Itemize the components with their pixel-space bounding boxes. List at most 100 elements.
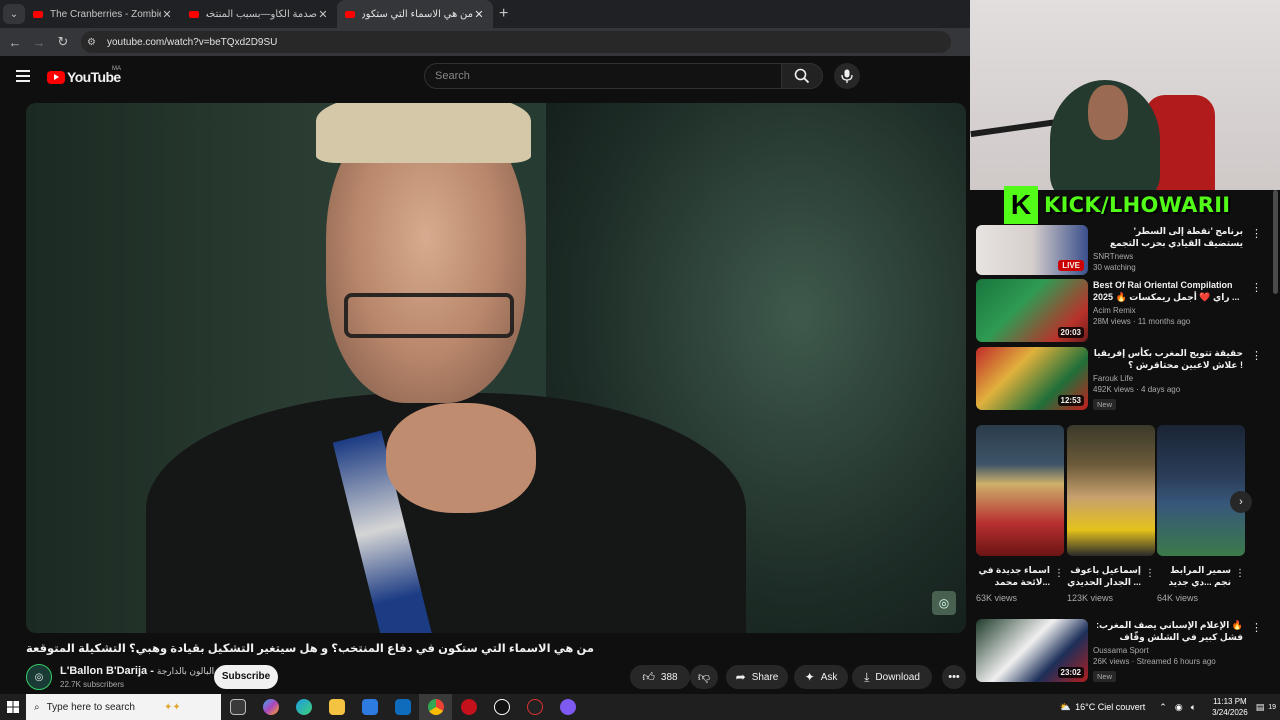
recommendation-channel[interactable]: Acim Remix (1093, 306, 1243, 315)
recommendation-channel[interactable]: SNRTnews (1093, 252, 1243, 261)
channel-name-latin: L'Ballon B'Darija - (60, 665, 154, 677)
recommendation-item[interactable]: LIVE برنامج 'نقطة إلى السطر' يستضيف القي… (976, 225, 1272, 277)
recommendation-title[interactable]: 🔥 الإعلام الإسباني يصف المغرب: فشل كبير … (1093, 619, 1243, 643)
tab-cranberries[interactable]: The Cranberries - Zombie (Alt. Vi... ✕ (25, 0, 181, 28)
duration-badge: 20:03 (1057, 327, 1084, 338)
chevron-up-icon[interactable]: ⌃ (1159, 702, 1167, 713)
clock[interactable]: 11:13 PM 3/24/2026 (1212, 696, 1248, 718)
more-options-icon[interactable]: ⋮ (1145, 568, 1155, 579)
recommendation-item[interactable]: 20:03 Best Of Rai Oriental Compilation 2… (976, 279, 1272, 344)
short-thumbnail[interactable] (976, 425, 1064, 556)
channel-avatar[interactable]: ◎ (26, 664, 52, 690)
search-button[interactable] (781, 63, 823, 89)
short-views: 64K views (1157, 593, 1199, 603)
opera-icon[interactable] (452, 694, 485, 720)
share-icon: ➦ (735, 670, 746, 684)
taskbar-search-input[interactable]: ⌕ Type here to search ✦✦ (26, 694, 221, 720)
close-tab-icon[interactable]: ✕ (473, 8, 485, 21)
clock-date: 3/24/2026 (1212, 708, 1248, 717)
notifications-icon[interactable]: ▤ (1256, 702, 1265, 713)
tab-second[interactable]: صدمة الكاو—بسبب المنتخب المغ... ✕ (181, 0, 337, 28)
close-tab-icon[interactable]: ✕ (317, 8, 329, 21)
recommendation-title[interactable]: برنامج 'نقطة إلى السطر' يستضيف القيادي ب… (1093, 225, 1243, 249)
recommendation-title[interactable]: حقيقة تتويج المغرب بكأس إفريقيا ! علاش ل… (1093, 347, 1243, 371)
more-actions-button[interactable]: ••• (942, 665, 966, 689)
subscribe-button[interactable]: Subscribe (214, 665, 278, 689)
forward-arrow-icon[interactable]: → (27, 35, 51, 50)
close-tab-icon[interactable]: ✕ (161, 8, 173, 21)
recommendation-item[interactable]: 23:02 🔥 الإعلام الإسباني يصف المغرب: فشل… (976, 619, 1272, 689)
thumbs-up-icon: 👍︎ (642, 669, 655, 684)
video-player[interactable]: ◎ (26, 103, 966, 633)
capcut-icon[interactable] (485, 694, 518, 720)
video-thumbnail[interactable]: 23:02 (976, 619, 1088, 682)
weather-text[interactable]: 16°C Ciel couvert (1075, 702, 1145, 712)
search-input[interactable]: Search (424, 63, 782, 89)
store-icon[interactable] (353, 694, 386, 720)
recommendation-channel[interactable]: Farouk Life (1093, 374, 1243, 383)
ask-button[interactable]: ✦ Ask (794, 665, 848, 689)
video-thumbnail[interactable]: 12:53 (976, 347, 1088, 410)
short-item[interactable]: إسماعيل باعوف ... الجدار الحديدي 123K vi… (1067, 425, 1155, 603)
like-button[interactable]: 👍︎ 388 (630, 665, 690, 689)
recommendation-title[interactable]: Best Of Rai Oriental Compilation 2025 🔥 … (1093, 279, 1243, 303)
voice-search-button[interactable] (834, 63, 860, 89)
more-options-icon[interactable]: ⋮ (1251, 349, 1262, 362)
dislike-button[interactable]: 👎︎ (690, 665, 718, 689)
new-tab-button[interactable]: + (499, 5, 508, 23)
search-icon: ⌕ (34, 701, 40, 713)
youtube-favicon-icon (189, 10, 199, 18)
tab-active[interactable]: من هي الاسماء التي ستكون في... ✕ (337, 0, 493, 28)
volume-icon[interactable]: 🔈︎ (1191, 702, 1196, 713)
share-button[interactable]: ➦ Share (726, 665, 788, 689)
more-options-icon[interactable]: ⋮ (1054, 568, 1064, 579)
more-options-icon[interactable]: ⋮ (1251, 621, 1262, 634)
recommendation-meta: Best Of Rai Oriental Compilation 2025 🔥 … (1093, 279, 1243, 326)
short-item[interactable]: اسماء جديدة في ...لائحة محمد وهبي 63K vi… (976, 425, 1064, 603)
download-button[interactable]: ⤓ Download (852, 665, 932, 689)
short-item[interactable]: سمير المرابط نجم ...دي جديد يطرق 64K vie… (1157, 425, 1245, 603)
task-view-icon[interactable] (221, 694, 254, 720)
short-thumbnail[interactable] (1067, 425, 1155, 556)
copilot-icon[interactable] (254, 694, 287, 720)
channel-name[interactable]: L'Ballon B'Darija - البالون بالدارجة (60, 665, 214, 677)
outlook-icon[interactable] (386, 694, 419, 720)
video-thumbnail[interactable]: 20:03 (976, 279, 1088, 342)
country-code: MA (112, 66, 121, 72)
edge-icon[interactable] (287, 694, 320, 720)
recommendation-item[interactable]: 12:53 حقيقة تتويج المغرب بكأس إفريقيا ! … (976, 347, 1272, 417)
tab-title: صدمة الكاو—بسبب المنتخب المغ... (206, 8, 317, 20)
network-icon[interactable]: ◉ (1175, 702, 1183, 713)
browser-tab-bar: ⌄ The Cranberries - Zombie (Alt. Vi... ✕… (0, 0, 970, 28)
video-frame-hand (386, 403, 536, 513)
short-views: 63K views (976, 593, 1018, 603)
channel-watermark-icon[interactable]: ◎ (932, 591, 956, 615)
reload-icon[interactable]: ↻ (51, 34, 75, 50)
url-field[interactable]: ⚙ youtube.com/watch?v=beTQxd2D9SU (81, 31, 951, 53)
chevron-right-icon[interactable]: › (1230, 491, 1252, 513)
more-options-icon[interactable]: ⋮ (1251, 281, 1262, 294)
windows-start-icon[interactable] (0, 694, 26, 720)
recommendation-channel[interactable]: Oussama Sport (1093, 646, 1243, 655)
scrollbar[interactable] (1273, 190, 1278, 294)
youtube-logo[interactable]: YouTube MA (47, 66, 121, 85)
back-arrow-icon[interactable]: ← (3, 35, 27, 50)
more-options-icon[interactable]: ⋮ (1251, 227, 1262, 240)
sparkle-icon: ✦ (804, 670, 815, 684)
menu-icon[interactable] (16, 70, 30, 82)
short-title[interactable]: سمير المرابط نجم ...دي جديد يطرق (1157, 564, 1231, 588)
more-options-icon[interactable]: ⋮ (1235, 568, 1245, 579)
short-thumbnail[interactable] (1157, 425, 1245, 556)
video-thumbnail[interactable]: LIVE (976, 225, 1088, 275)
ask-label: Ask (820, 671, 838, 683)
media-app-icon[interactable] (518, 694, 551, 720)
tab-search-button[interactable]: ⌄ (3, 4, 25, 24)
short-title[interactable]: إسماعيل باعوف ... الجدار الحديدي (1067, 564, 1141, 588)
recommendation-meta: 🔥 الإعلام الإسباني يصف المغرب: فشل كبير … (1093, 619, 1243, 684)
short-title[interactable]: اسماء جديدة في ...لائحة محمد وهبي (976, 564, 1050, 588)
file-explorer-icon[interactable] (320, 694, 353, 720)
chrome-icon[interactable] (419, 694, 452, 720)
discord-icon[interactable] (551, 694, 584, 720)
weather-icon: ⛅ (1059, 701, 1072, 712)
site-info-icon[interactable]: ⚙ (87, 37, 101, 48)
